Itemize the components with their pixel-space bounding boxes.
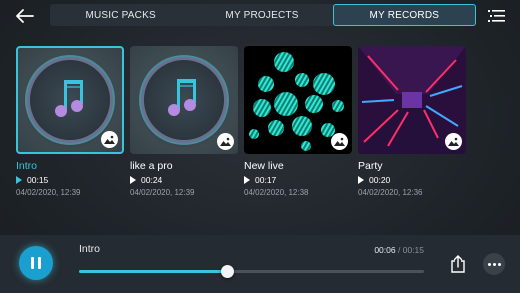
play-icon[interactable]	[358, 176, 364, 184]
elapsed-time: 00:06	[374, 245, 396, 255]
record-date: 04/02/2020, 12:36	[358, 188, 423, 197]
pause-icon-bar	[38, 257, 41, 269]
play-icon[interactable]	[244, 176, 250, 184]
music-note-icon	[55, 80, 83, 117]
record-title: Intro	[16, 160, 38, 172]
tab-my-projects[interactable]: MY PROJECTS	[191, 4, 332, 26]
play-icon[interactable]	[16, 176, 22, 184]
play-icon[interactable]	[130, 176, 136, 184]
total-time: 00:15	[402, 245, 424, 255]
record-date: 04/02/2020, 12:39	[16, 188, 81, 197]
record-duration-row: 00:20	[358, 175, 466, 185]
share-icon[interactable]	[447, 253, 469, 275]
time-separator: /	[397, 245, 401, 255]
record-card[interactable]: Intro 00:15 04/02/2020, 12:39	[16, 46, 124, 197]
back-arrow-icon[interactable]	[14, 7, 36, 25]
record-date: 04/02/2020, 12:38	[244, 188, 309, 197]
image-icon[interactable]	[217, 133, 234, 150]
dot	[492, 262, 496, 266]
pause-icon	[31, 257, 34, 269]
record-artwork-striped-spheres	[244, 46, 352, 154]
playback-time: 00:06 / 00:15	[350, 245, 424, 255]
record-artwork-music-note	[16, 46, 124, 154]
record-artwork-music-note	[130, 46, 238, 154]
record-duration: 00:24	[141, 175, 163, 185]
tab-my-records[interactable]: MY RECORDS	[332, 4, 476, 26]
record-card[interactable]: Party 00:20 04/02/2020, 12:36	[358, 46, 466, 197]
progress-fill	[79, 270, 228, 273]
more-options-icon[interactable]	[483, 253, 505, 275]
top-bar: MUSIC PACKS MY PROJECTS MY RECORDS	[0, 0, 520, 32]
tab-bar: MUSIC PACKS MY PROJECTS MY RECORDS	[50, 4, 476, 26]
record-artwork-neon-tunnel	[358, 46, 466, 154]
record-duration-row: 00:15	[16, 175, 124, 185]
record-duration: 00:17	[255, 175, 277, 185]
pause-button[interactable]	[19, 246, 53, 280]
tab-music-packs[interactable]: MUSIC PACKS	[50, 4, 191, 26]
player-bar: Intro 00:06 / 00:15	[0, 235, 520, 293]
record-title: Party	[358, 160, 383, 172]
record-card[interactable]: New live 00:17 04/02/2020, 12:38	[244, 46, 352, 197]
record-title: New live	[244, 160, 284, 172]
progress-knob[interactable]	[221, 265, 235, 278]
record-title: like a pro	[130, 160, 173, 172]
record-duration: 00:20	[369, 175, 391, 185]
now-playing-title: Intro	[79, 243, 101, 255]
record-card[interactable]: like a pro 00:24 04/02/2020, 12:39	[130, 46, 238, 197]
record-duration-row: 00:17	[244, 175, 352, 185]
record-duration: 00:15	[27, 175, 49, 185]
record-duration-row: 00:24	[130, 175, 238, 185]
progress-slider[interactable]	[79, 265, 424, 278]
image-icon[interactable]	[331, 133, 348, 150]
list-menu-icon[interactable]	[488, 8, 506, 24]
music-note-icon	[168, 79, 196, 116]
image-icon[interactable]	[101, 131, 118, 148]
dot	[487, 262, 491, 266]
record-date: 04/02/2020, 12:39	[130, 188, 195, 197]
dot	[497, 262, 501, 266]
image-icon[interactable]	[445, 133, 462, 150]
